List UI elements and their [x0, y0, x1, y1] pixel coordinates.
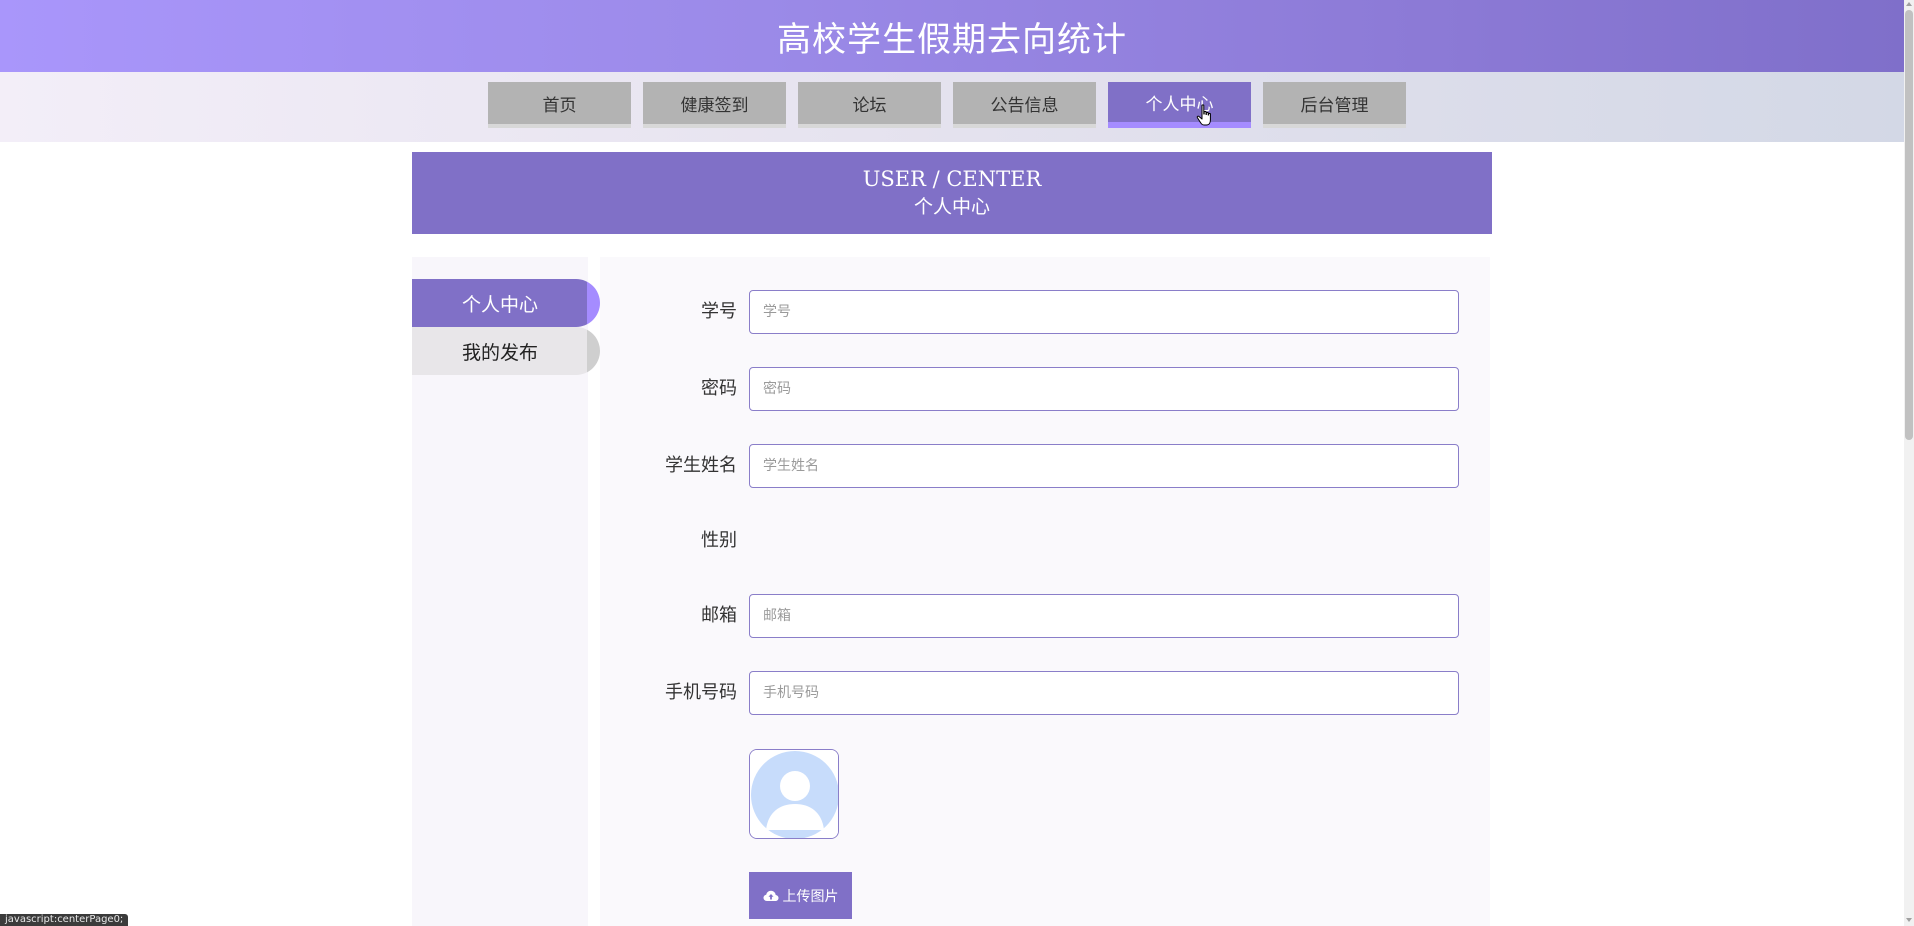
- nav-item-admin[interactable]: 后台管理: [1263, 82, 1406, 128]
- nav-item-user-center[interactable]: 个人中心: [1108, 82, 1251, 128]
- page-title-cn: 个人中心: [913, 196, 990, 218]
- phone-input[interactable]: [749, 671, 1459, 715]
- cloud-upload-icon: [763, 890, 778, 901]
- password-input[interactable]: [749, 367, 1459, 411]
- nav-item-home[interactable]: 首页: [488, 82, 631, 128]
- page-scrollbar[interactable]: [1904, 0, 1914, 926]
- main-nav: 首页 健康签到 论坛 公告信息 个人中心 后台管理: [488, 82, 1418, 128]
- form-row-password: 密码: [600, 367, 1460, 411]
- scroll-down-arrow-icon[interactable]: [1906, 918, 1912, 922]
- browser-status-bar: javascript:centerPage0;: [0, 914, 129, 926]
- student-name-label: 学生姓名: [665, 455, 737, 476]
- site-title: 高校学生假期去向统计: [777, 19, 1127, 60]
- email-label: 邮箱: [701, 605, 737, 626]
- hand-pointer-cursor-icon: [1196, 104, 1211, 126]
- student-id-label: 学号: [701, 301, 737, 322]
- scroll-up-arrow-icon[interactable]: [1906, 2, 1912, 6]
- form-row-phone: 手机号码: [600, 671, 1460, 715]
- page-title-en: USER / CENTER: [862, 167, 1042, 191]
- nav-item-forum[interactable]: 论坛: [798, 82, 941, 128]
- nav-item-health-checkin[interactable]: 健康签到: [643, 82, 786, 128]
- sidebar-item-user-center[interactable]: 个人中心: [412, 279, 600, 327]
- gender-label: 性别: [701, 530, 737, 551]
- nav-item-announcements[interactable]: 公告信息: [953, 82, 1096, 128]
- form-panel: [600, 257, 1490, 926]
- sidebar-item-label: 我的发布: [461, 341, 538, 364]
- sidebar-item-my-posts[interactable]: 我的发布: [412, 327, 600, 375]
- avatar-preview: [749, 749, 839, 839]
- upload-image-label: 上传图片: [782, 888, 839, 905]
- sidebar-item-label: 个人中心: [461, 293, 538, 316]
- student-id-input[interactable]: [749, 290, 1459, 334]
- password-label: 密码: [701, 378, 737, 399]
- upload-image-button[interactable]: 上传图片: [749, 872, 852, 919]
- form-row-gender: 性别: [600, 519, 1460, 563]
- student-name-input[interactable]: [749, 444, 1459, 488]
- page-title-banner: USER / CENTER 个人中心: [412, 152, 1492, 234]
- phone-label: 手机号码: [665, 682, 737, 703]
- scrollbar-thumb[interactable]: [1905, 10, 1913, 440]
- form-row-student-id: 学号: [600, 290, 1460, 334]
- email-input[interactable]: [749, 594, 1459, 638]
- form-row-email: 邮箱: [600, 594, 1460, 638]
- user-avatar-placeholder-icon: [750, 750, 838, 838]
- site-header: 高校学生假期去向统计: [0, 0, 1904, 72]
- form-row-student-name: 学生姓名: [600, 444, 1460, 488]
